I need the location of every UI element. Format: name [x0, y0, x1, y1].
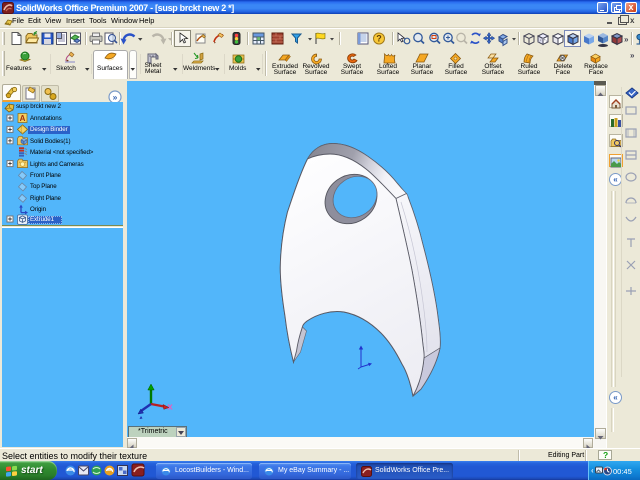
svg-text:»: »	[624, 35, 629, 44]
svg-text:»: »	[113, 92, 118, 102]
svg-text:A: A	[20, 114, 26, 123]
svg-text:?: ?	[376, 34, 382, 44]
svg-text:»: »	[630, 51, 635, 60]
